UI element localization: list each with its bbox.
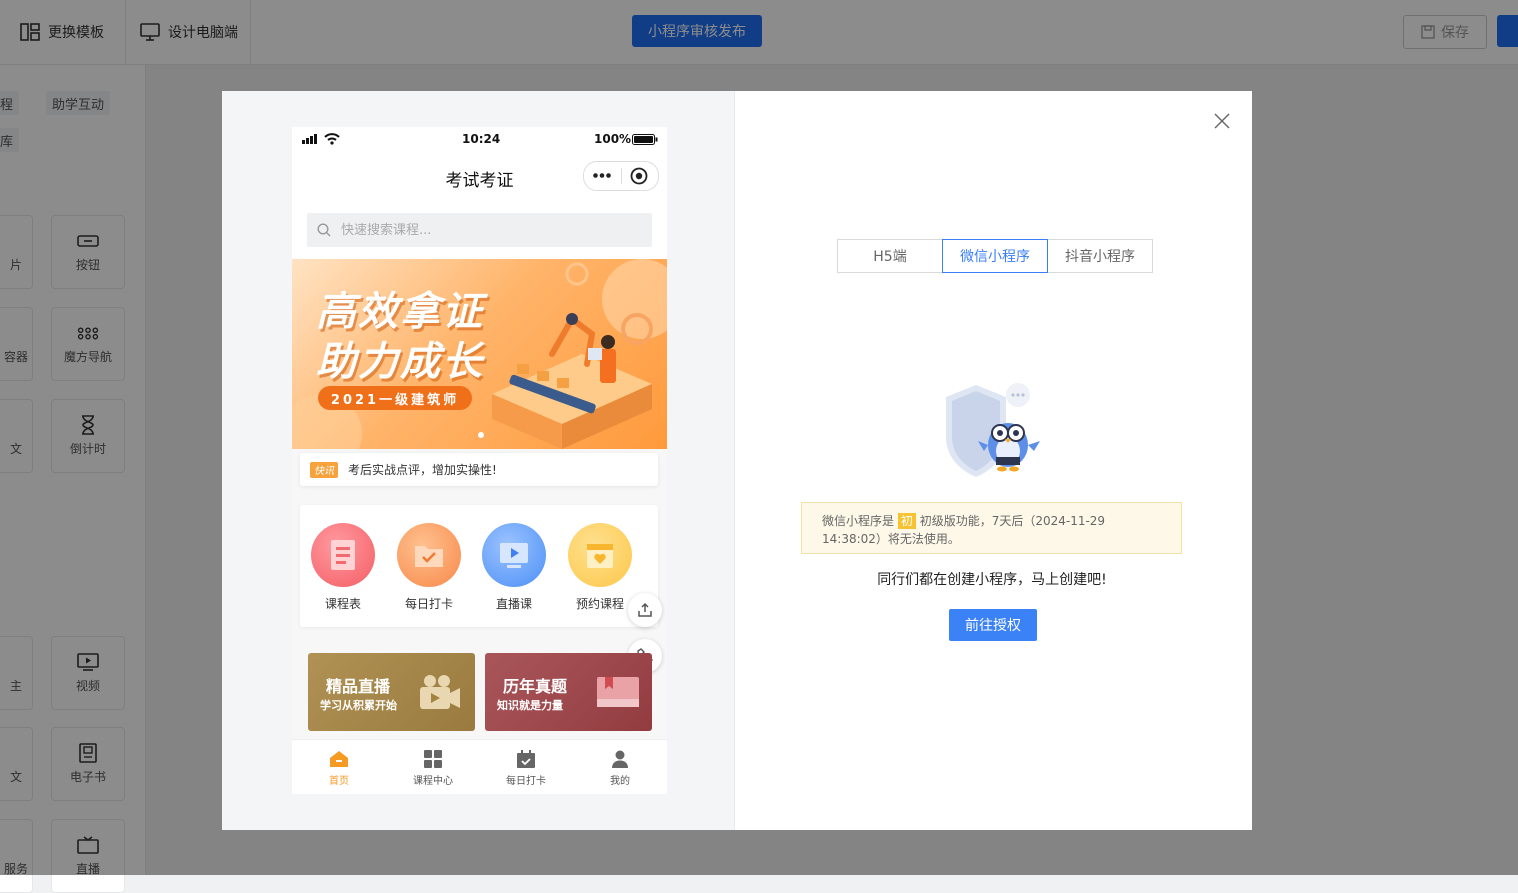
tab-wechat-mini-program[interactable]: 微信小程序: [942, 239, 1048, 273]
promo-exam-card[interactable]: 历年真题 知识就是力量: [485, 653, 652, 731]
phone-preview-panel: 10:24 100% 考试考证 快速搜索课程... 高效拿证 助力成长 2021…: [222, 91, 735, 830]
more-icon[interactable]: [593, 173, 611, 178]
close-target-icon[interactable]: [630, 167, 648, 185]
banner-carousel[interactable]: 高效拿证 助力成长 2021一级建筑师: [292, 259, 667, 449]
entry-label: 预约课程: [575, 597, 624, 611]
tab-checkin[interactable]: 每日打卡: [479, 750, 573, 787]
promo-title: 精品直播: [326, 677, 391, 696]
entry-label: 每日打卡: [404, 597, 453, 611]
publish-modal: 10:24 100% 考试考证 快速搜索课程... 高效拿证 助力成长 2021…: [222, 91, 1252, 830]
quick-entry-card: 课程表 每日打卡 直播课 预约课程: [300, 505, 658, 627]
search-icon: [317, 223, 331, 237]
entry-schedule[interactable]: 课程表: [300, 523, 386, 612]
banner-pill: 2021一级建筑师: [318, 386, 472, 410]
signal-icon: [302, 134, 317, 144]
banner-headline-2: 助力成长: [316, 339, 484, 385]
promo-subtitle: 学习从积累开始: [320, 699, 397, 712]
share-icon: [638, 602, 652, 617]
tab-courses[interactable]: 课程中心: [386, 750, 480, 787]
video-camera-icon: [420, 675, 460, 709]
calendar-check-icon: [517, 750, 535, 768]
live-play-icon: [482, 523, 546, 587]
promo-subtitle: 知识就是力量: [497, 699, 563, 712]
search-input[interactable]: [339, 221, 643, 239]
cta-text: 同行们都在创建小程序，马上创建吧!: [877, 572, 1107, 588]
trial-notice: 微信小程序是 初 初级版功能，7天后（2024-11-29 14:38:02）将…: [801, 502, 1182, 554]
schedule-icon: [311, 523, 375, 587]
home-icon: [330, 751, 348, 767]
tab-home[interactable]: 首页: [292, 750, 386, 787]
authorize-button[interactable]: 前往授权: [949, 609, 1037, 641]
phone-preview: 10:24 100% 考试考证 快速搜索课程... 高效拿证 助力成长 2021…: [292, 127, 667, 794]
capsule-divider: [621, 168, 622, 184]
tab-mine[interactable]: 我的: [573, 750, 667, 787]
share-float-button[interactable]: [628, 593, 662, 627]
trial-tag: 初: [897, 513, 916, 529]
status-bar: 10:24 100%: [292, 127, 667, 151]
owl-illustration: [946, 383, 1040, 477]
close-icon[interactable]: [1212, 111, 1232, 131]
capsule-menu[interactable]: [583, 161, 659, 191]
search-box[interactable]: [307, 213, 652, 247]
user-icon: [612, 750, 628, 768]
battery-percent: 100%: [594, 132, 632, 146]
trial-notice-prefix: 微信小程序是: [822, 514, 895, 528]
entry-live[interactable]: 直播课: [471, 523, 557, 612]
entry-label: 直播课: [495, 597, 532, 611]
flash-tag: 快讯: [310, 461, 338, 478]
grid-icon: [424, 750, 442, 768]
folder-check-icon: [397, 523, 461, 587]
entry-label: 课程表: [324, 597, 361, 611]
tab-label: 首页: [329, 776, 349, 787]
calendar-heart-icon: [568, 523, 632, 587]
carousel-dot[interactable]: [478, 432, 484, 438]
wifi-icon: [324, 133, 340, 145]
status-time: 10:24: [462, 132, 501, 146]
tab-h5[interactable]: H5端: [837, 239, 943, 273]
promo-live-card[interactable]: 精品直播 学习从积累开始: [308, 653, 475, 731]
mini-program-navbar: 考试考证: [292, 151, 667, 201]
bottom-tab-bar: 首页 课程中心 每日打卡 我的: [292, 739, 667, 794]
battery-icon: [632, 134, 658, 145]
platform-tabs: H5端 微信小程序 抖音小程序: [837, 239, 1153, 273]
tab-label: 每日打卡: [506, 776, 546, 787]
search-section: [292, 201, 667, 259]
tab-douyin-mini-program[interactable]: 抖音小程序: [1047, 239, 1153, 273]
entry-reserve[interactable]: 预约课程: [557, 523, 643, 612]
flash-notice[interactable]: 快讯 考后实战点评，增加实操性!: [300, 453, 658, 486]
tab-label: 课程中心: [413, 776, 453, 787]
flash-text: 考后实战点评，增加实操性!: [348, 463, 497, 477]
book-icon: [597, 677, 639, 707]
tab-label: 我的: [610, 776, 630, 787]
entry-checkin[interactable]: 每日打卡: [386, 523, 472, 612]
promo-title: 历年真题: [503, 677, 568, 696]
